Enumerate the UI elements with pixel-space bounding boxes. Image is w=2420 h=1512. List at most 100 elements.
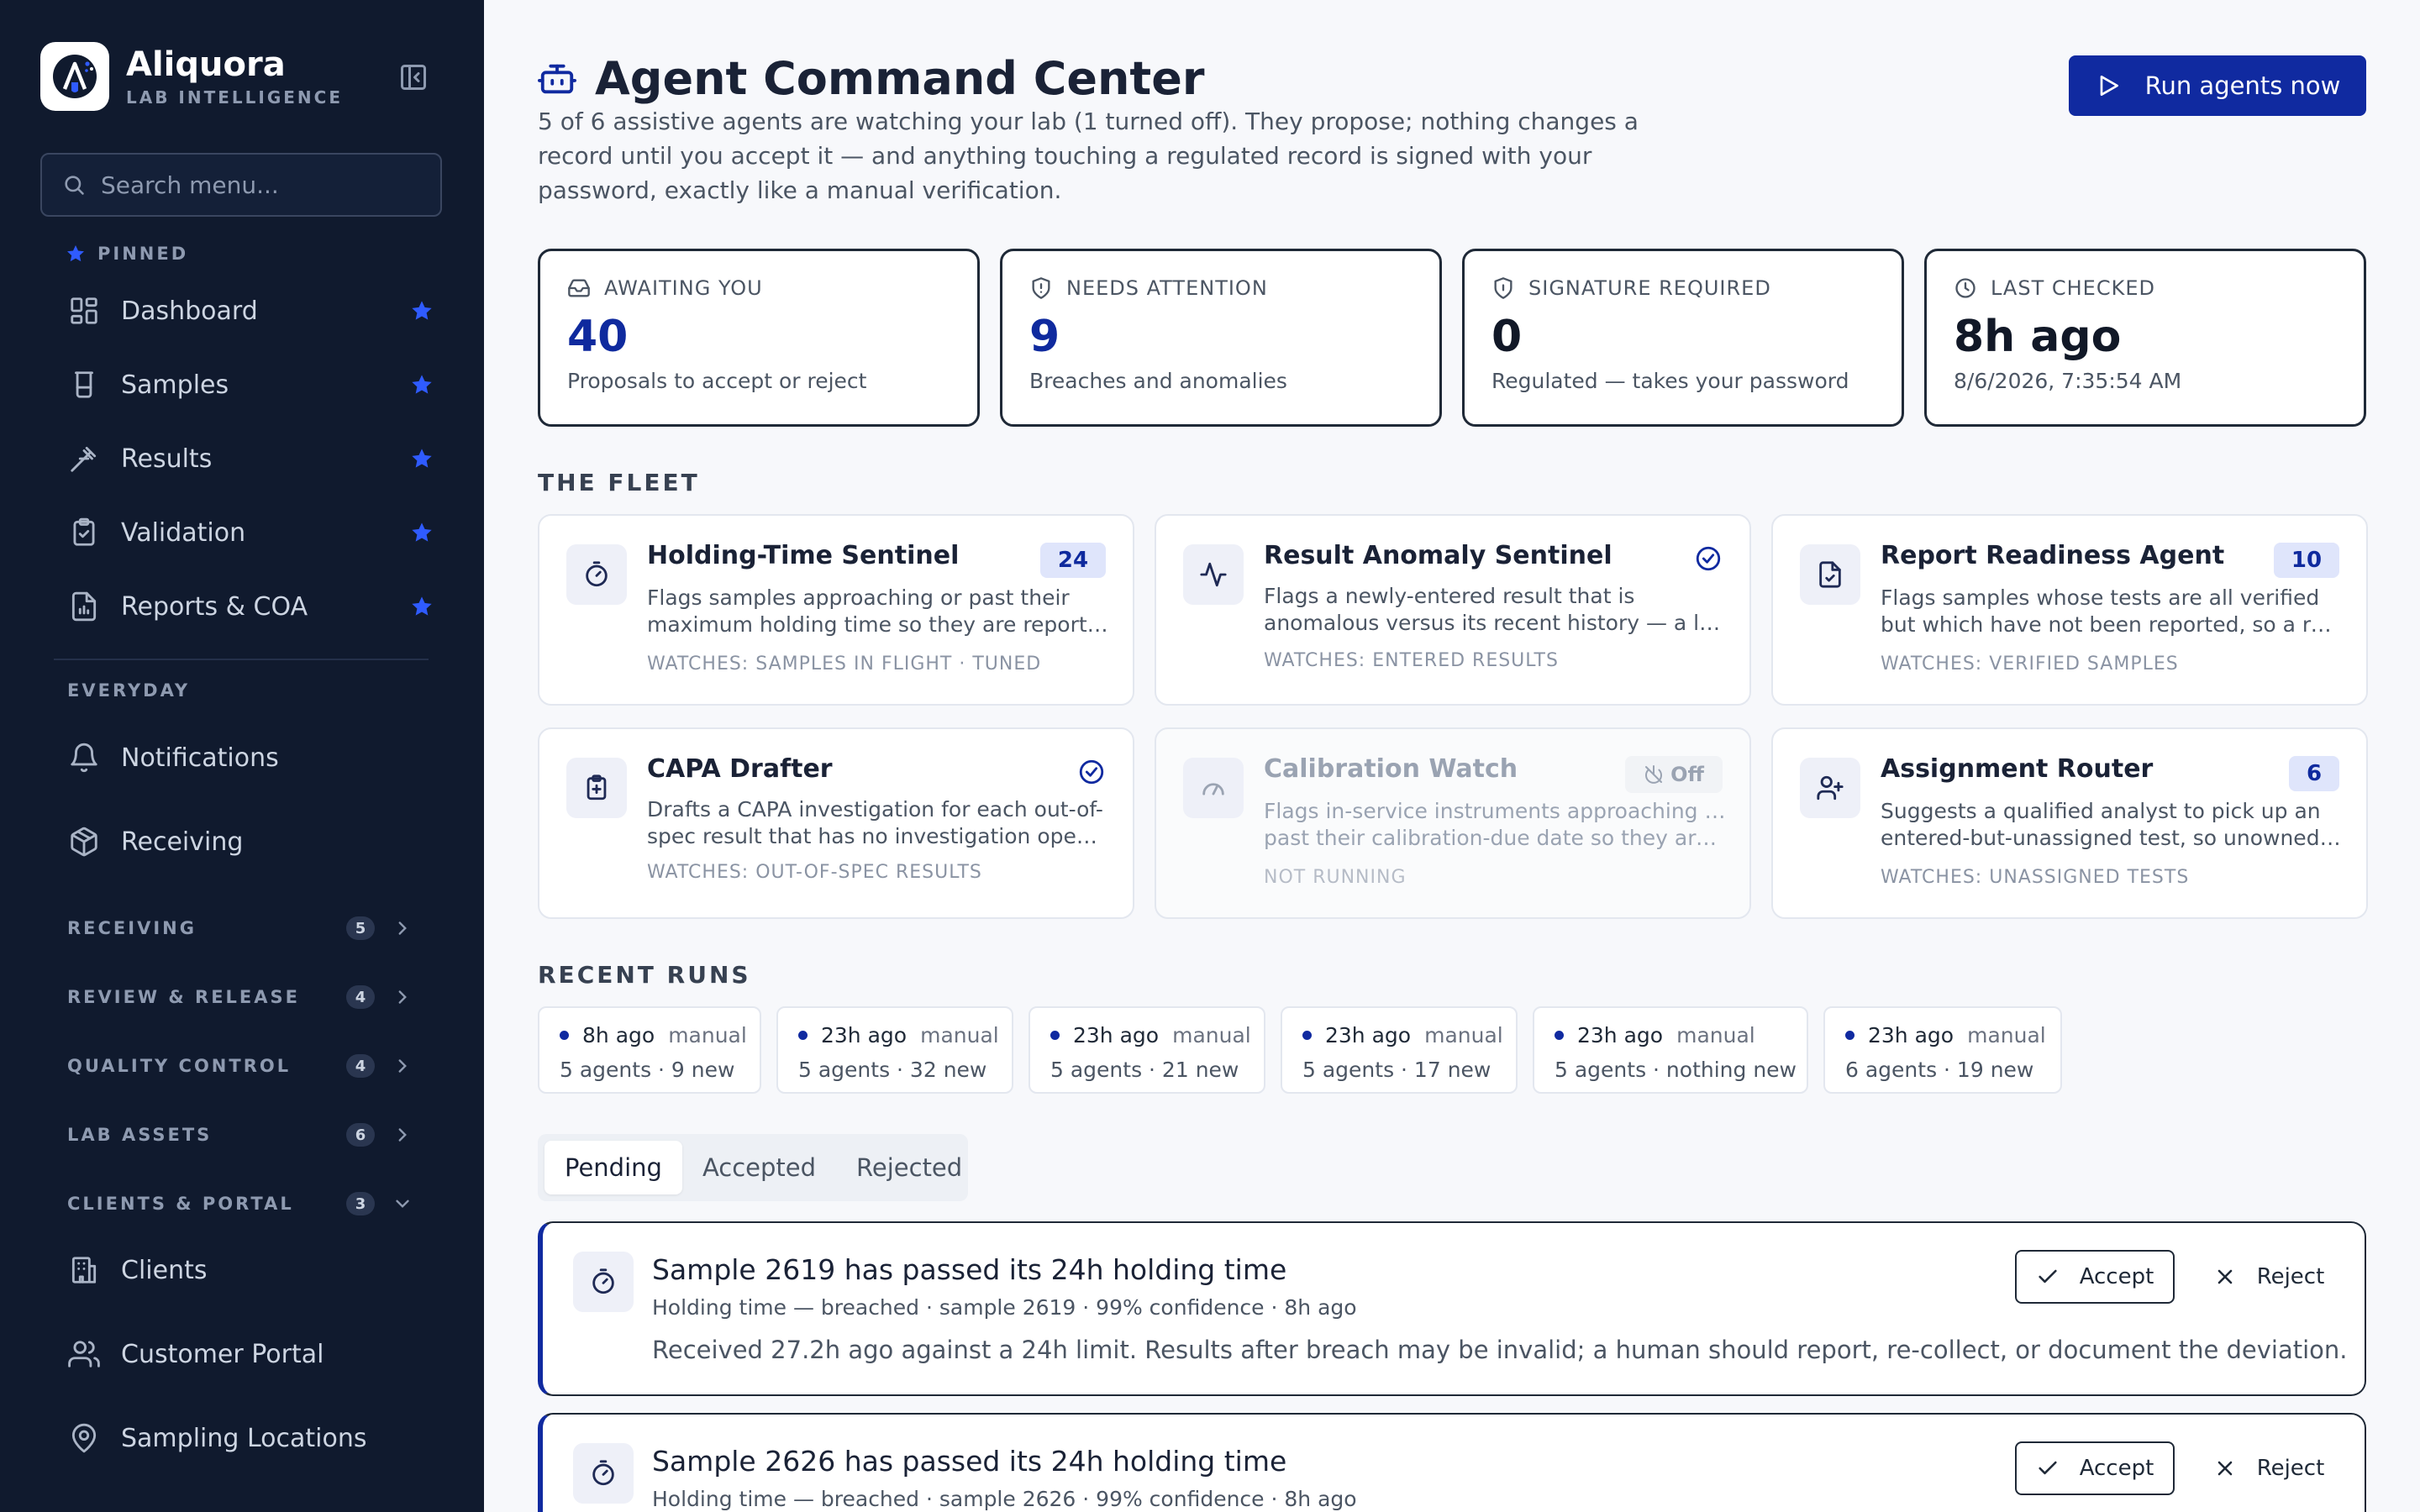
agent-card-assignment-router[interactable]: Assignment Router Suggests a qualified a… — [1771, 727, 2368, 919]
shield-icon — [1491, 276, 1515, 300]
chevron-down-icon — [392, 1193, 413, 1215]
sidebar-item-results[interactable]: Results — [54, 428, 440, 489]
sidebar-item-label: Results — [121, 444, 213, 474]
bell-icon — [64, 738, 104, 778]
proposal-tabs: Pending Accepted Rejected — [538, 1134, 968, 1201]
map-pin-icon — [64, 1418, 104, 1458]
status-dot — [1302, 1031, 1312, 1040]
sidebar-group-receiving[interactable]: RECEIVING 5 — [67, 907, 420, 949]
sidebar-item-clients[interactable]: Clients — [54, 1240, 440, 1300]
sidebar-item-reports[interactable]: Reports & COA — [54, 576, 440, 637]
check-icon — [2039, 1269, 2057, 1284]
agent-card-report-readiness[interactable]: Report Readiness Agent Flags samples who… — [1771, 514, 2368, 706]
tab-rejected[interactable]: Rejected — [836, 1141, 982, 1194]
fleet-title: THE FLEET — [538, 469, 700, 496]
run-agents-button[interactable]: Run agents now — [2069, 55, 2366, 116]
sidebar-item-customer-portal[interactable]: Customer Portal — [54, 1324, 440, 1384]
agent-off-badge[interactable]: Off — [1625, 756, 1723, 793]
star-icon — [66, 244, 86, 264]
agent-description: Flags samples approaching or past their m… — [647, 585, 1109, 637]
accept-button[interactable]: Accept — [2015, 1441, 2175, 1495]
sidebar-divider — [54, 659, 429, 660]
sidebar-item-dashboard[interactable]: Dashboard — [54, 281, 440, 341]
sidebar-group-clients-portal[interactable]: CLIENTS & PORTAL 3 — [67, 1183, 420, 1225]
star-icon[interactable] — [410, 521, 434, 544]
tab-pending[interactable]: Pending — [544, 1141, 682, 1194]
search-input[interactable] — [101, 171, 420, 199]
agent-card-capa-drafter[interactable]: CAPA Drafter Drafts a CAPA investigation… — [538, 727, 1134, 919]
tab-accepted[interactable]: Accepted — [682, 1141, 836, 1194]
reject-button[interactable]: Reject — [2193, 1250, 2344, 1304]
proposal-title: Sample 2619 has passed its 24h holding t… — [652, 1253, 1287, 1286]
sidebar-item-label: Notifications — [121, 743, 279, 773]
run-chip[interactable]: 23h ago manual 5 agents · nothing new — [1533, 1006, 1808, 1094]
sidebar-item-sampling-locations[interactable]: Sampling Locations — [54, 1408, 440, 1468]
stat-card-attention: NEEDS ATTENTION 9 Breaches and anomalies — [1000, 249, 1442, 427]
proposal-body: Received 27.2h ago against a 24h limit. … — [652, 1336, 2348, 1364]
sidebar-search[interactable] — [40, 153, 442, 217]
reject-button[interactable]: Reject — [2193, 1441, 2344, 1495]
group-count-badge: 6 — [346, 1123, 375, 1147]
sidebar-item-receiving[interactable]: Receiving — [54, 811, 440, 872]
chevron-right-icon — [392, 986, 413, 1008]
star-icon[interactable] — [410, 299, 434, 323]
package-icon — [64, 822, 104, 862]
sidebar-group-review-release[interactable]: REVIEW & RELEASE 4 — [67, 976, 420, 1018]
run-chip[interactable]: 23h ago manual 6 agents · 19 new — [1823, 1006, 2062, 1094]
sidebar-item-label: Dashboard — [121, 296, 258, 326]
agent-card-calibration-watch[interactable]: Calibration Watch Flags in-service instr… — [1155, 727, 1751, 919]
stat-value: 9 — [1029, 312, 1060, 362]
accept-button[interactable]: Accept — [2015, 1250, 2175, 1304]
stat-card-last-checked: LAST CHECKED 8h ago 8/6/2026, 7:35:54 AM — [1924, 249, 2366, 427]
stat-label: AWAITING YOU — [604, 276, 763, 300]
star-icon[interactable] — [410, 373, 434, 396]
close-icon — [2217, 1269, 2232, 1284]
sidebar: Aliquora LAB INTELLIGENCE PINNED Dashboa… — [0, 0, 484, 1512]
sidebar-item-notifications[interactable]: Notifications — [54, 727, 440, 788]
sidebar-group-quality-control[interactable]: QUALITY CONTROL 4 — [67, 1045, 420, 1087]
timer-icon — [573, 1252, 634, 1312]
agent-name: Holding-Time Sentinel — [647, 541, 960, 570]
stat-card-awaiting: AWAITING YOU 40 Proposals to accept or r… — [538, 249, 980, 427]
recent-runs-title: RECENT RUNS — [538, 961, 751, 989]
building-icon — [64, 1250, 104, 1290]
clock-icon — [1954, 276, 1977, 300]
collapse-sidebar-icon[interactable] — [395, 59, 432, 96]
agent-watches: WATCHES: ENTERED RESULTS — [1264, 650, 1559, 671]
play-icon — [2095, 72, 2122, 99]
run-chip[interactable]: 8h ago manual 5 agents · 9 new — [538, 1006, 761, 1094]
check-circle-icon — [1077, 758, 1106, 786]
status-dot — [1845, 1031, 1854, 1040]
agent-card-holding-time[interactable]: Holding-Time Sentinel Flags samples appr… — [538, 514, 1134, 706]
stat-label: NEEDS ATTENTION — [1066, 276, 1268, 300]
star-icon[interactable] — [410, 447, 434, 470]
dashboard-icon — [64, 291, 104, 331]
robot-icon — [538, 60, 576, 98]
timer-icon — [566, 544, 627, 605]
beaker-icon — [64, 365, 104, 405]
stat-note: Regulated — takes your password — [1491, 369, 1849, 393]
run-chip[interactable]: 23h ago manual 5 agents · 17 new — [1281, 1006, 1518, 1094]
agent-card-result-anomaly[interactable]: Result Anomaly Sentinel Flags a newly-en… — [1155, 514, 1751, 706]
sidebar-item-samples[interactable]: Samples — [54, 354, 440, 415]
star-icon[interactable] — [410, 595, 434, 618]
activity-icon — [1183, 544, 1244, 605]
pinned-label: PINNED — [67, 244, 188, 264]
proposal-title: Sample 2626 has passed its 24h holding t… — [652, 1445, 1287, 1478]
page-title: Agent Command Center — [595, 52, 1205, 105]
run-chip[interactable]: 23h ago manual 5 agents · 21 new — [1028, 1006, 1265, 1094]
status-dot — [560, 1031, 569, 1040]
agent-watches: NOT RUNNING — [1264, 867, 1407, 888]
run-chip[interactable]: 23h ago manual 5 agents · 32 new — [776, 1006, 1013, 1094]
stat-note: 8/6/2026, 7:35:54 AM — [1954, 369, 2182, 393]
sidebar-group-lab-assets[interactable]: LAB ASSETS 6 — [67, 1114, 420, 1156]
group-count-badge: 5 — [346, 916, 375, 940]
agent-description: Flags samples whose tests are all verifi… — [1881, 585, 2343, 637]
sidebar-item-validation[interactable]: Validation — [54, 502, 440, 563]
page-header: Agent Command Center — [538, 52, 1205, 105]
user-plus-icon — [1800, 758, 1860, 818]
sidebar-item-label: Reports & COA — [121, 591, 308, 622]
agent-count-badge: 6 — [2289, 756, 2339, 791]
agent-description: Suggests a qualified analyst to pick up … — [1881, 799, 2343, 850]
pipette-icon — [64, 438, 104, 479]
